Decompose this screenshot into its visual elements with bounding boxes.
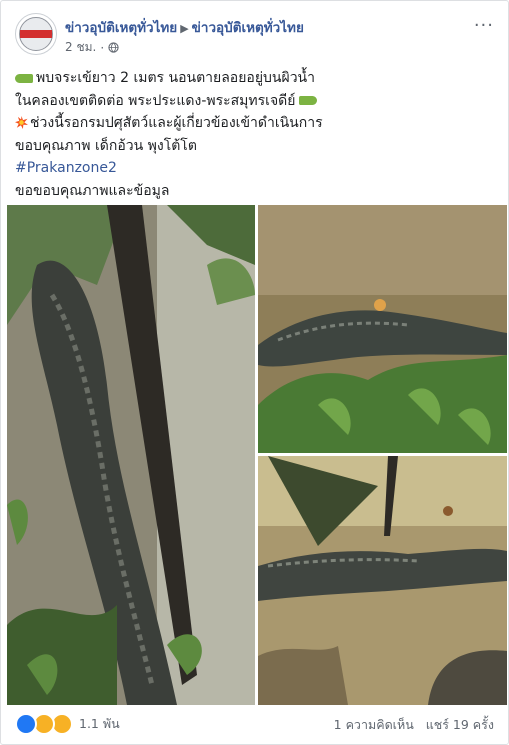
page-name-link[interactable]: ข่าวอุบัติเหตุทั่วไทย (65, 20, 177, 36)
post-stats: 1 ความคิดเห็น แชร์ 19 ครั้ง (334, 715, 494, 735)
post-line-1: พบจระเข้ยาว 2 เมตร นอนตายลอยอยู่บนผิวน้ำ (15, 67, 494, 90)
post-timestamp[interactable]: 2 ชม. (65, 38, 96, 57)
photo-crocodile-2[interactable] (258, 205, 507, 453)
post-line-3: ช่วงนี้รอกรมปศุสัตว์และผู้เกี่ยวข้องเข้า… (15, 112, 494, 135)
post-line-6: ขอขอบคุณภาพและข้อมูล (15, 182, 170, 199)
post-hashtag[interactable]: #Prakanzone2 (15, 157, 494, 180)
comments-count[interactable]: 1 ความคิดเห็น (334, 717, 414, 732)
reactions-count[interactable]: 1.1 พัน (79, 714, 120, 734)
shared-to-link[interactable]: ข่าวอุบัติเหตุทั่วไทย (192, 20, 304, 36)
like-reaction-icon (15, 713, 37, 735)
post-line-4: ขอบคุณภาพ เด็กอ้วน พุงโต้โต (15, 137, 197, 154)
globe-icon (108, 42, 119, 53)
post-text: พบจระเข้ยาว 2 เมตร นอนตายลอยอยู่บนผิวน้ำ… (15, 67, 494, 202)
post-line-2: ในคลองเขตติดต่อ พระประแดง-พระสมุทรเจดีย์ (15, 90, 494, 113)
reactions-summary[interactable]: 1.1 พัน (15, 713, 120, 735)
post-header: ข่าวอุบัติเหตุทั่วไทย ▶ ข่าวอุบัติเหตุทั่ว… (15, 13, 498, 57)
crocodile-emoji-icon (15, 73, 33, 83)
more-options-icon[interactable]: ··· (474, 15, 494, 36)
post-meta: 2 ชม. · (65, 38, 119, 57)
post-footer: 1.1 พัน 1 ความคิดเห็น แชร์ 19 ครั้ง (15, 709, 494, 737)
shares-count[interactable]: แชร์ 19 ครั้ง (426, 717, 494, 732)
post-card: ข่าวอุบัติเหตุทั่วไทย ▶ ข่าวอุบัติเหตุทั่ว… (0, 0, 509, 745)
crocodile-emoji-icon (299, 96, 318, 105)
photo-crocodile-3[interactable] (258, 456, 507, 705)
share-arrow-icon: ▶ (180, 22, 189, 35)
photo-crocodile-1[interactable] (7, 205, 255, 705)
post-author-line: ข่าวอุบัติเหตุทั่วไทย ▶ ข่าวอุบัติเหตุทั่ว… (65, 16, 304, 38)
page-avatar[interactable] (15, 13, 57, 55)
photo-grid (7, 205, 507, 705)
collision-emoji-icon (15, 116, 28, 129)
